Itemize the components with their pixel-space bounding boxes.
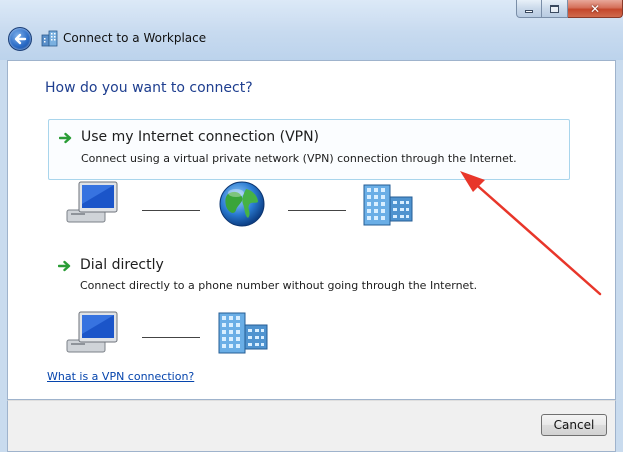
page-heading: How do you want to connect? [45, 80, 253, 96]
connection-line [288, 210, 346, 211]
option-title: Dial directly [80, 257, 164, 273]
cancel-button[interactable]: Cancel [541, 414, 607, 436]
close-button[interactable]: ✕ [568, 0, 623, 18]
office-building-icon [218, 312, 268, 354]
green-arrow-icon [59, 132, 72, 144]
office-building-icon [363, 184, 413, 226]
maximize-button[interactable] [542, 0, 568, 18]
close-icon: ✕ [589, 1, 601, 16]
globe-icon [219, 181, 265, 227]
wizard-footer: Cancel [7, 400, 616, 452]
minimize-icon [525, 10, 533, 13]
annotation-arrow [460, 171, 602, 296]
help-link-vpn[interactable]: What is a VPN connection? [47, 370, 194, 383]
connection-line [142, 210, 200, 211]
option-description: Connect directly to a phone number witho… [80, 279, 478, 292]
option-title: Use my Internet connection (VPN) [81, 129, 320, 145]
computer-icon [66, 311, 118, 353]
computer-icon [66, 181, 118, 223]
green-arrow-icon [58, 260, 71, 272]
network-wizard-icon [41, 30, 58, 47]
back-arrow-icon [14, 33, 27, 45]
connection-line [142, 337, 200, 338]
minimize-button[interactable] [516, 0, 542, 18]
wizard-title: Connect to a Workplace [63, 31, 207, 45]
caption-buttons: ✕ [516, 0, 623, 18]
option-description: Connect using a virtual private network … [81, 152, 517, 165]
maximize-icon [550, 4, 559, 13]
back-button[interactable] [8, 27, 32, 51]
